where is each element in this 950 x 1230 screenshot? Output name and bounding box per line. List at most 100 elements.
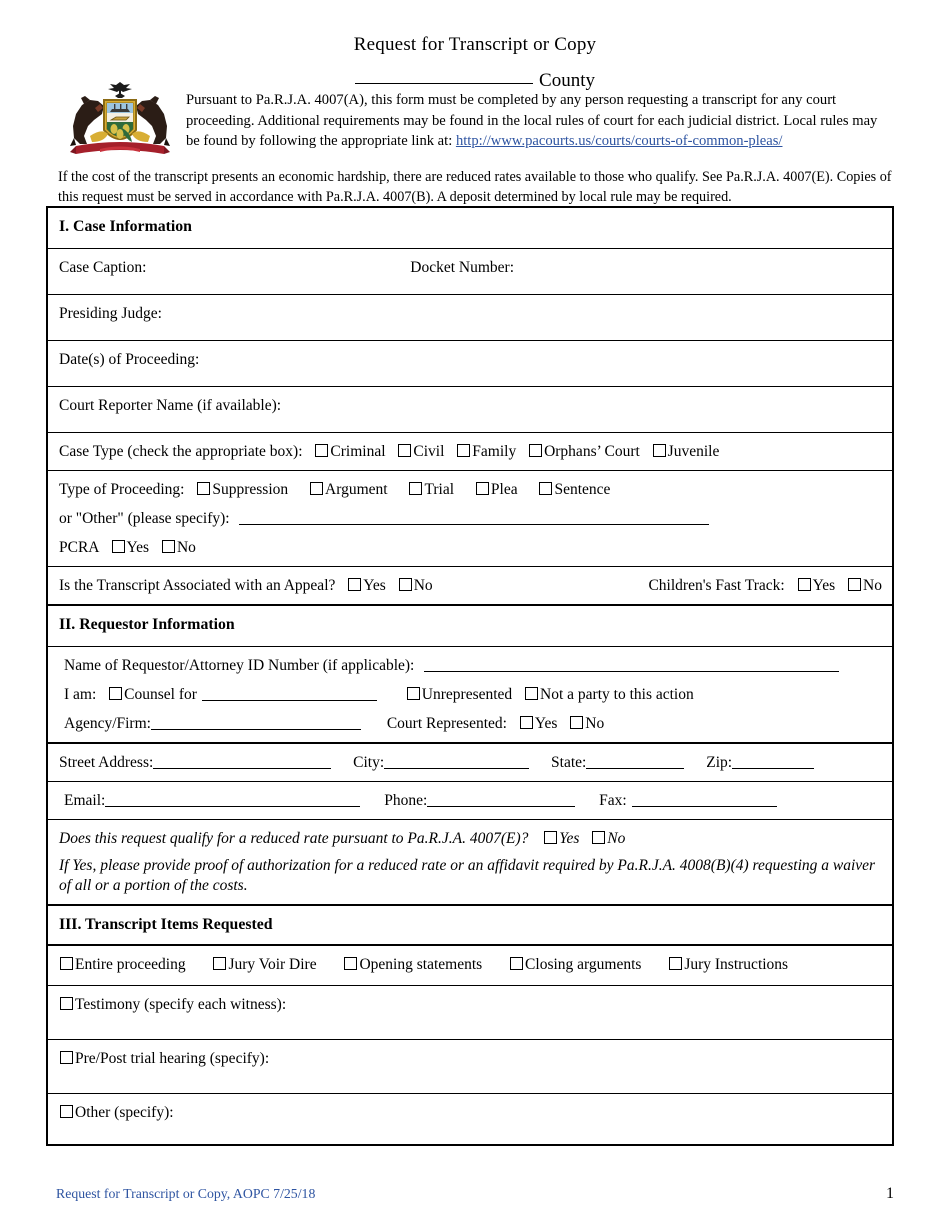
email-input[interactable]	[105, 793, 361, 807]
checkbox-proceeding-trial[interactable]	[409, 482, 423, 495]
county-input[interactable]	[355, 68, 534, 84]
label-closing-arguments: Closing arguments	[525, 956, 642, 973]
case-type-label: Case Type (check the appropriate box):	[59, 443, 303, 460]
case-caption-label: Case Caption:	[59, 259, 147, 276]
checkbox-jury-voir-dire[interactable]	[213, 957, 227, 970]
checkbox-pre-post-trial-hearing[interactable]	[60, 1051, 73, 1064]
label-court-represented-yes: Yes	[534, 715, 558, 732]
checkbox-reduced-rate-yes[interactable]	[544, 831, 558, 844]
page-footer: Request for Transcript or Copy, AOPC 7/2…	[56, 1185, 894, 1203]
other-specify-label: or "Other" (please specify):	[59, 510, 230, 527]
agency-firm-label: Agency/Firm:	[64, 715, 151, 732]
phone-label: Phone:	[384, 792, 428, 809]
label-pre-post-trial-hearing: Pre/Post trial hearing (specify):	[75, 1050, 270, 1067]
label-proceeding-suppression: Suppression	[212, 481, 289, 498]
checkbox-not-a-party[interactable]	[525, 687, 539, 700]
email-label: Email:	[64, 792, 106, 809]
row-testimony: Testimony (specify each witness):	[46, 985, 894, 1040]
section-one-heading: I. Case Information	[59, 218, 192, 235]
section-header-transcript-items: III. Transcript Items Requested	[46, 904, 894, 946]
footer-page-number: 1	[886, 1185, 894, 1202]
checkbox-proceeding-plea[interactable]	[475, 482, 489, 495]
row-court-reporter: Court Reporter Name (if available):	[46, 386, 894, 433]
state-label: State:	[551, 754, 587, 771]
request-form-table: I. Case Information Case Caption: Docket…	[46, 206, 894, 1146]
row-transcript-items: Entire proceeding Jury Voir Dire Opening…	[46, 944, 894, 986]
dates-of-proceeding-label: Date(s) of Proceeding:	[59, 351, 200, 368]
checkbox-case-type-criminal[interactable]	[315, 444, 329, 457]
checkbox-proceeding-argument[interactable]	[310, 482, 324, 495]
zip-label: Zip:	[706, 754, 733, 771]
checkbox-entire-proceeding[interactable]	[60, 957, 73, 970]
checkbox-case-type-civil[interactable]	[398, 444, 412, 457]
label-proceeding-plea: Plea	[490, 481, 518, 498]
checkbox-appeal-yes[interactable]	[348, 578, 362, 591]
street-address-label: Street Address:	[59, 754, 154, 771]
label-appeal-yes: Yes	[363, 577, 386, 594]
row-contact: Email: Phone: Fax:	[46, 781, 894, 820]
checkbox-closing-arguments[interactable]	[510, 957, 524, 970]
row-dates-of-proceeding: Date(s) of Proceeding:	[46, 340, 894, 387]
checkbox-pcra-yes[interactable]	[111, 540, 125, 553]
label-case-type-juvenile: Juvenile	[667, 443, 720, 460]
checkbox-case-type-family[interactable]	[457, 444, 471, 457]
checkbox-testimony[interactable]	[60, 997, 73, 1010]
row-type-of-proceeding: Type of Proceeding: Suppression Argument…	[46, 470, 894, 567]
appeal-question-label: Is the Transcript Associated with an App…	[59, 577, 336, 594]
court-represented-label: Court Represented:	[386, 715, 507, 732]
checkbox-counsel-for[interactable]	[109, 687, 123, 700]
pacourts-link[interactable]: http://www.pacourts.us/courts/courts-of-…	[456, 133, 783, 149]
presiding-judge-label: Presiding Judge:	[59, 305, 162, 322]
section-three-heading: III. Transcript Items Requested	[59, 916, 273, 933]
state-input[interactable]	[586, 755, 685, 769]
checkbox-opening-statements[interactable]	[344, 957, 358, 970]
fax-input[interactable]	[631, 793, 777, 807]
page-title: Request for Transcript or Copy	[353, 34, 597, 55]
phone-input[interactable]	[427, 793, 576, 807]
label-jury-instructions: Jury Instructions	[684, 956, 789, 973]
footer-form-id: Request for Transcript or Copy, AOPC 7/2…	[56, 1186, 316, 1201]
form-page: Request for Transcript or Copy County Pu…	[0, 0, 950, 1230]
checkbox-case-type-juvenile[interactable]	[652, 444, 666, 457]
checkbox-fast-track-yes[interactable]	[797, 578, 811, 591]
requestor-name-input[interactable]	[424, 658, 840, 672]
checkbox-appeal-no[interactable]	[398, 578, 412, 591]
row-appeal-and-fast-track: Is the Transcript Associated with an App…	[46, 566, 894, 606]
reduced-rate-note: If Yes, please provide proof of authoriz…	[59, 857, 876, 894]
i-am-label: I am:	[64, 686, 97, 703]
row-pre-post-trial-hearing: Pre/Post trial hearing (specify):	[46, 1039, 894, 1094]
checkbox-reduced-rate-no[interactable]	[592, 831, 606, 844]
pennsylvania-coat-of-arms-icon	[60, 78, 180, 162]
row-reduced-rate: Does this request qualify for a reduced …	[46, 819, 894, 906]
other-specify-input[interactable]	[239, 511, 710, 525]
checkbox-court-represented-no[interactable]	[570, 716, 584, 729]
agency-firm-input[interactable]	[150, 716, 361, 730]
checkbox-jury-instructions[interactable]	[669, 957, 683, 970]
checkbox-court-represented-yes[interactable]	[519, 716, 533, 729]
row-requestor-details: Name of Requestor/Attorney ID Number (if…	[46, 646, 894, 744]
section-header-requestor-information: II. Requestor Information	[46, 604, 894, 647]
label-reduced-rate-yes: Yes	[559, 830, 580, 847]
label-proceeding-trial: Trial	[424, 481, 455, 498]
row-case-type: Case Type (check the appropriate box): C…	[46, 432, 894, 471]
checkbox-proceeding-sentence[interactable]	[539, 482, 553, 495]
checkbox-other[interactable]	[60, 1105, 73, 1118]
label-not-a-party: Not a party to this action	[540, 686, 694, 703]
zip-input[interactable]	[732, 755, 815, 769]
label-testimony: Testimony (specify each witness):	[75, 996, 287, 1013]
checkbox-fast-track-no[interactable]	[848, 578, 862, 591]
label-case-type-criminal: Criminal	[330, 443, 386, 460]
counsel-for-input[interactable]	[201, 687, 377, 701]
checkbox-unrepresented[interactable]	[406, 687, 420, 700]
street-address-input[interactable]	[153, 755, 332, 769]
label-case-type-family: Family	[472, 443, 517, 460]
checkbox-case-type-orphans-court[interactable]	[529, 444, 543, 457]
requestor-name-label: Name of Requestor/Attorney ID Number (if…	[64, 657, 415, 674]
label-fast-track-yes: Yes	[812, 577, 836, 594]
fast-track-label: Children's Fast Track:	[648, 577, 785, 594]
label-pcra-yes: Yes	[126, 539, 150, 556]
label-fast-track-no: No	[863, 577, 882, 594]
checkbox-proceeding-suppression[interactable]	[197, 482, 211, 495]
checkbox-pcra-no[interactable]	[161, 540, 175, 553]
city-input[interactable]	[384, 755, 530, 769]
